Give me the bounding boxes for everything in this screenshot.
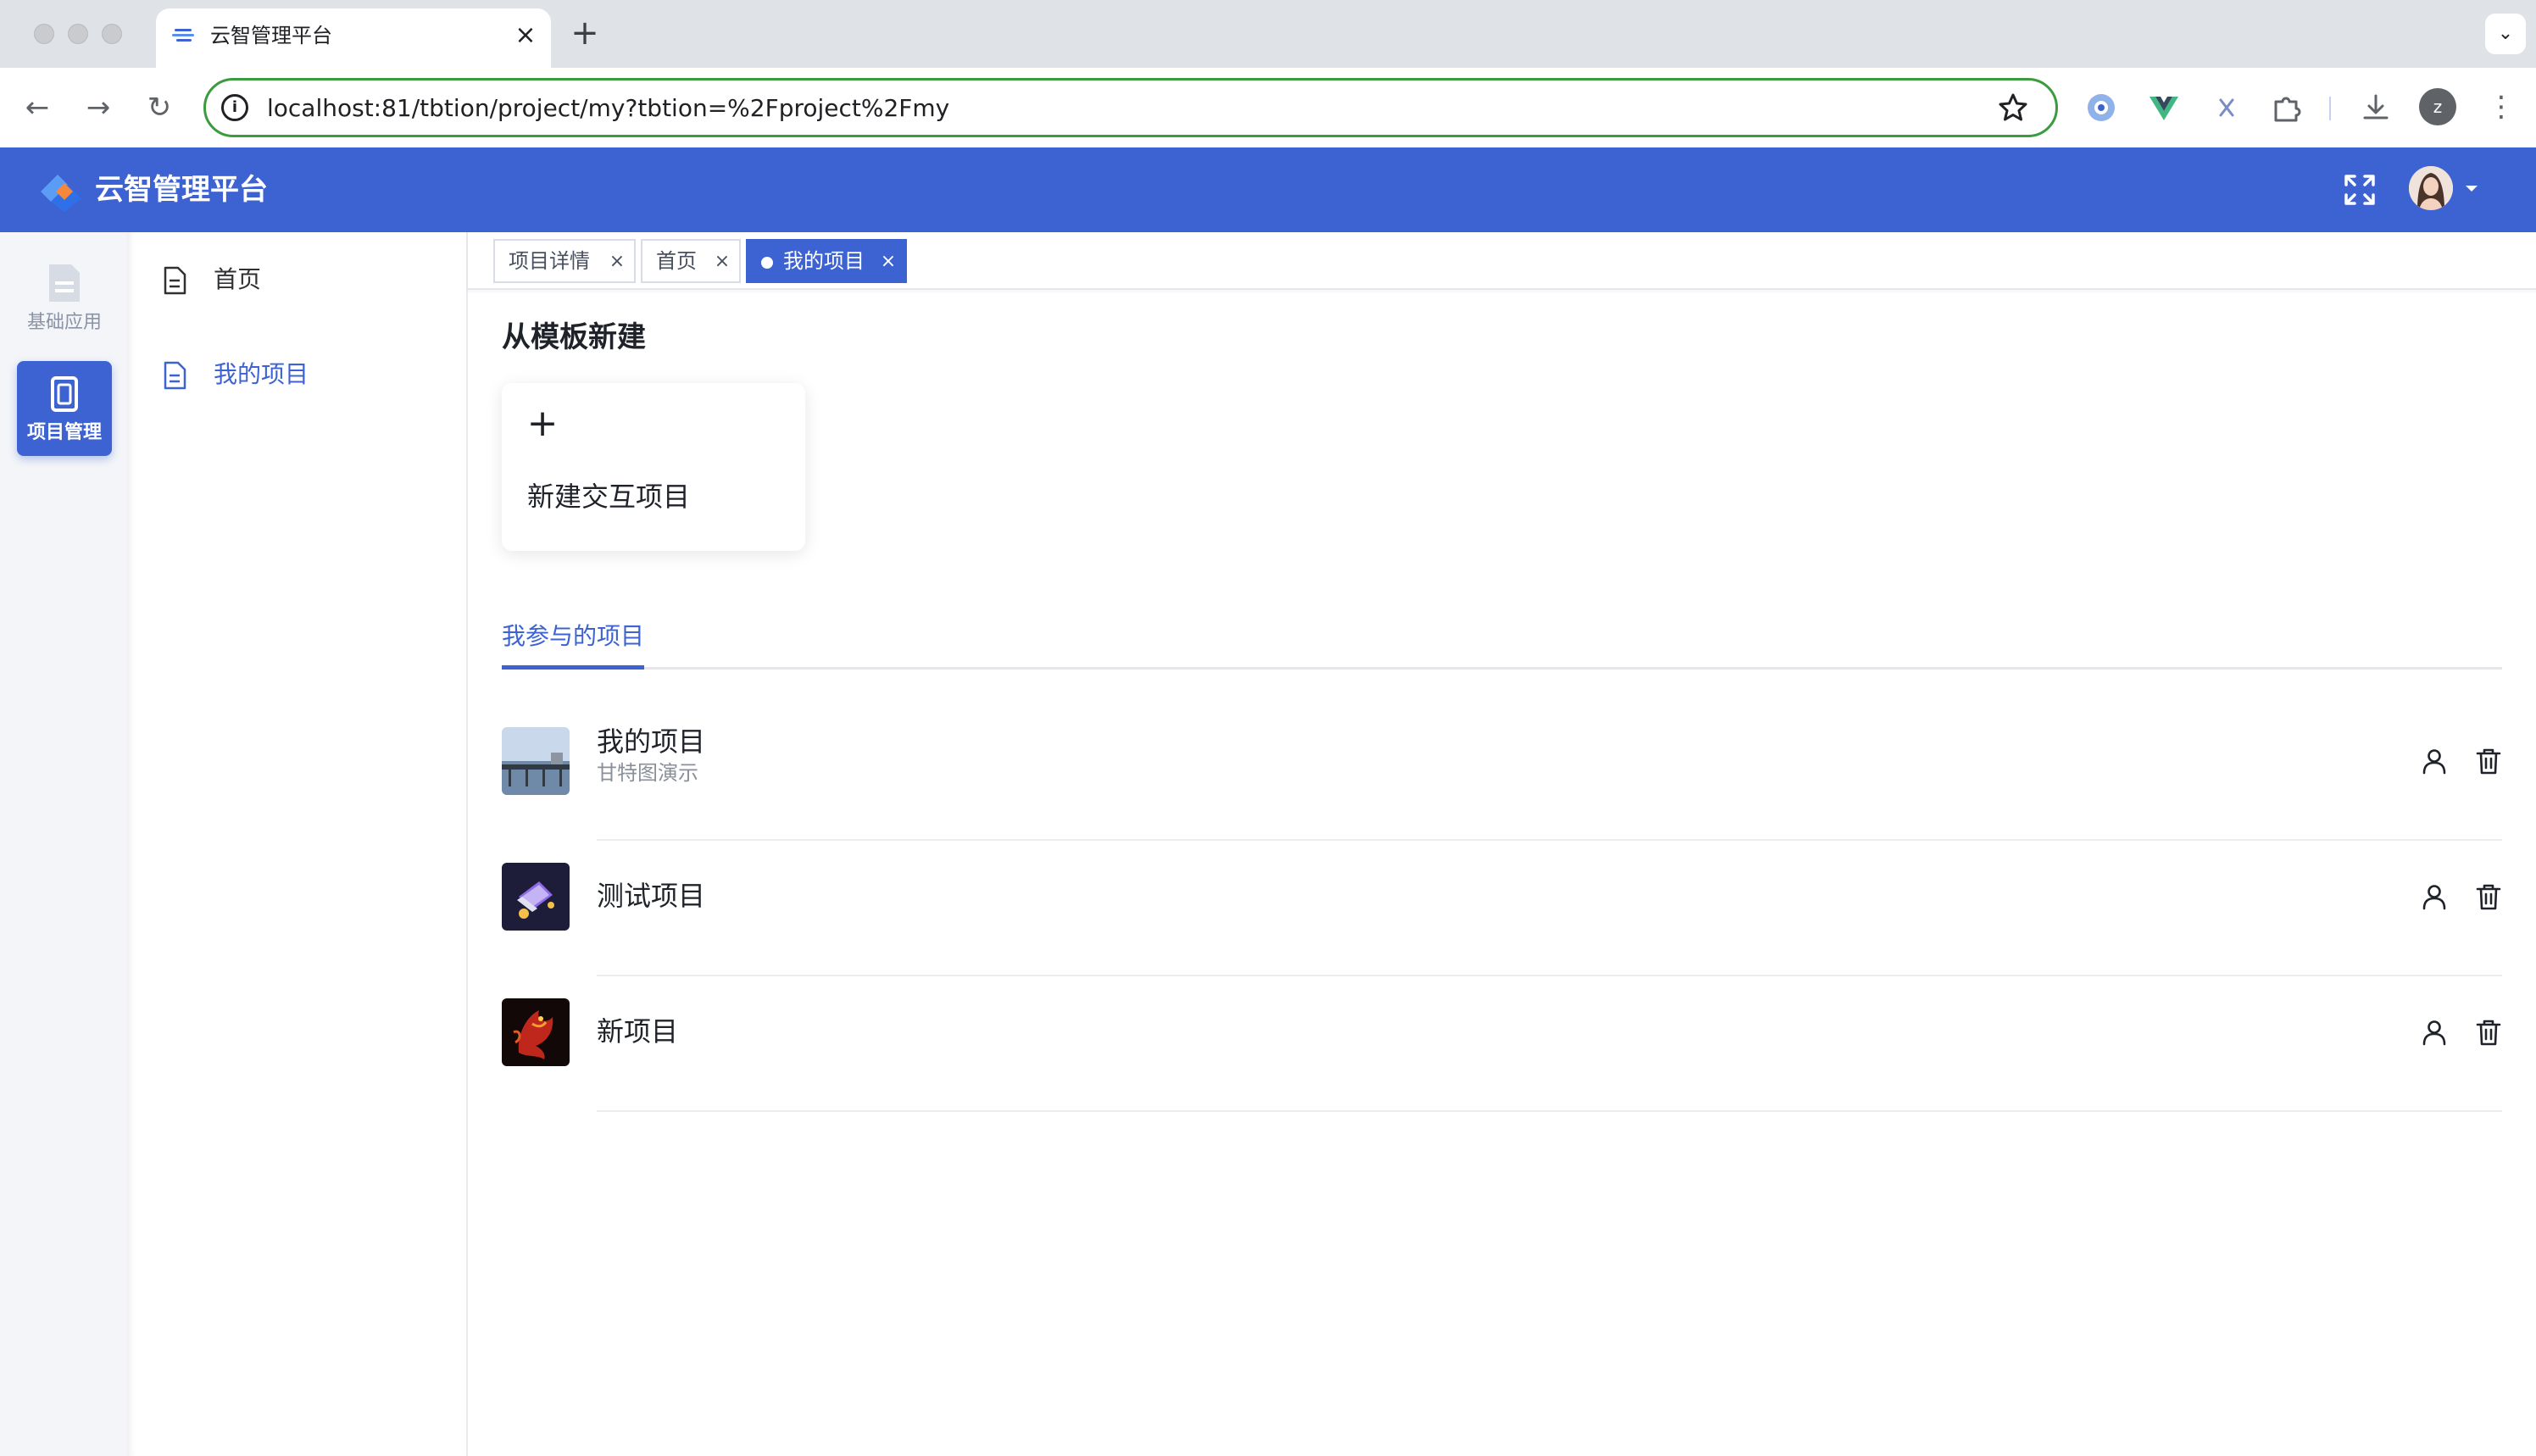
app-title: 云智管理平台 [95, 173, 268, 207]
window-minimize-button[interactable] [68, 24, 88, 44]
project-description: 甘特图演示 [597, 761, 698, 785]
tags-bar: 项目详情 × 首页 × 我的项目 × [468, 232, 2536, 290]
tag-close-icon[interactable]: × [607, 241, 627, 283]
row-divider [597, 975, 2502, 976]
new-tab-button[interactable]: + [568, 16, 602, 51]
new-project-label: 新建交互项目 [527, 481, 691, 513]
browser-tab-close-icon[interactable]: × [512, 22, 539, 49]
menu-item-home[interactable]: 首页 [161, 254, 449, 305]
plus-icon: + [526, 402, 559, 445]
template-section-title: 从模板新建 [502, 320, 646, 354]
tab-participating-projects[interactable]: 我参与的项目 [502, 617, 644, 670]
project-row[interactable]: 我的项目 甘特图演示 [502, 709, 2502, 844]
tag-home[interactable]: 首页 × [641, 239, 741, 283]
member-icon[interactable] [2419, 881, 2450, 912]
project-name[interactable]: 测试项目 [597, 878, 705, 914]
window-zoom-button[interactable] [102, 24, 122, 44]
menu-item-my-projects[interactable]: 我的项目 [161, 349, 449, 400]
project-row[interactable]: 测试项目 [502, 844, 2502, 980]
member-icon[interactable] [2419, 746, 2450, 776]
tag-label: 首页 [656, 249, 697, 273]
extension-x-icon[interactable] [2209, 90, 2244, 125]
delete-icon[interactable] [2473, 1017, 2504, 1048]
tab-search-button[interactable]: ⌄ [2485, 14, 2526, 54]
rail-label: 项目管理 [26, 422, 102, 443]
tag-close-icon[interactable]: × [712, 241, 732, 283]
menu-item-label: 我的项目 [214, 360, 309, 388]
window-close-button[interactable] [34, 24, 54, 44]
downloads-icon[interactable] [2358, 90, 2394, 125]
back-button[interactable]: ← [17, 88, 58, 129]
forward-button[interactable]: → [78, 88, 119, 129]
tag-label: 我的项目 [783, 249, 865, 273]
project-thumbnail [502, 863, 570, 931]
project-thumbnail [502, 998, 570, 1066]
laptop-illustration-icon [502, 863, 570, 931]
address-bar[interactable]: i localhost:81/tbtion/project/my?tbtion=… [203, 78, 2058, 137]
extensions-puzzle-icon[interactable] [2268, 90, 2304, 125]
fullscreen-icon[interactable] [2343, 173, 2377, 207]
rail-item-basic-apps[interactable]: 基础应用 [17, 251, 112, 346]
new-project-card[interactable]: + 新建交互项目 [502, 383, 805, 551]
file-icon [164, 361, 186, 390]
user-avatar[interactable] [2409, 166, 2453, 210]
project-thumbnail [502, 727, 570, 795]
document-icon [49, 264, 80, 302]
delete-icon[interactable] [2473, 746, 2504, 776]
url-text[interactable]: localhost:81/tbtion/project/my?tbtion=%2… [267, 94, 949, 123]
row-divider [597, 1110, 2502, 1112]
rail-label: 基础应用 [26, 312, 102, 333]
user-portrait-icon [2409, 166, 2453, 210]
tag-label: 项目详情 [509, 249, 590, 273]
side-menu: 首页 我的项目 [127, 232, 468, 1456]
project-row[interactable]: 新项目 [502, 980, 2502, 1115]
menu-item-label: 首页 [214, 265, 262, 293]
project-name[interactable]: 新项目 [597, 1014, 678, 1049]
projects-tabs: 我参与的项目 [502, 617, 2502, 670]
file-icon [164, 266, 186, 295]
browser-tab-active[interactable]: 云智管理平台 × [156, 8, 551, 69]
browser-toolbar: ← → ↻ i localhost:81/tbtion/project/my?t… [0, 68, 2536, 147]
browser-menu-icon[interactable]: ⋮ [2487, 88, 2516, 129]
reload-button[interactable]: ↻ [139, 88, 180, 129]
row-divider [597, 839, 2502, 841]
tag-close-icon[interactable]: × [878, 241, 898, 283]
browser-tab-title: 云智管理平台 [210, 24, 332, 47]
browser-tab-strip: 云智管理平台 × + ⌄ [0, 0, 2536, 69]
toolbar-divider [2329, 97, 2331, 120]
extension-edge-icon[interactable] [2083, 90, 2119, 125]
tag-my-projects[interactable]: 我的项目 × [746, 239, 907, 283]
project-icon [51, 376, 78, 412]
app-header: 云智管理平台 [0, 147, 2536, 232]
site-info-icon[interactable]: i [221, 94, 248, 121]
tag-project-detail[interactable]: 项目详情 × [493, 239, 636, 283]
brand-logo-icon [41, 175, 81, 212]
bridge-photo-icon [502, 727, 570, 795]
dragon-art-icon [502, 998, 570, 1066]
vue-devtools-icon[interactable] [2146, 90, 2182, 125]
app-favicon-icon [172, 29, 194, 42]
left-rail: 基础应用 项目管理 [0, 232, 127, 1456]
active-dot-icon [761, 257, 773, 269]
browser-profile-avatar[interactable]: z [2419, 88, 2456, 125]
delete-icon[interactable] [2473, 881, 2504, 912]
bookmark-star-icon[interactable] [1996, 91, 2030, 125]
project-name[interactable]: 我的项目 [597, 724, 705, 759]
caret-down-icon[interactable] [2461, 178, 2482, 198]
member-icon[interactable] [2419, 1017, 2450, 1048]
rail-item-project-management[interactable]: 项目管理 [17, 361, 112, 456]
